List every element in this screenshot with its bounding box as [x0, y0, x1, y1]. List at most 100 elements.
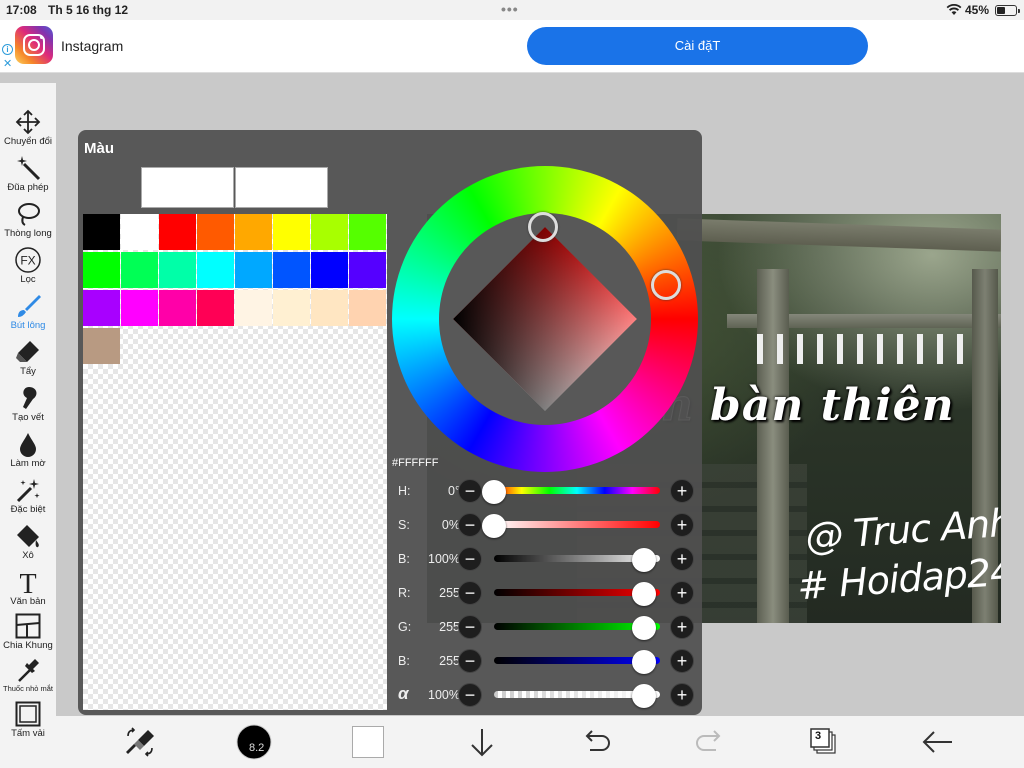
- tool-magic-wand[interactable]: Đũa phép: [0, 155, 56, 193]
- increment-button[interactable]: +: [670, 479, 694, 503]
- slider-brightness: B: 100% − +: [392, 544, 698, 574]
- decrement-button[interactable]: −: [458, 547, 482, 571]
- palette-swatch[interactable]: [311, 252, 348, 288]
- palette-swatch[interactable]: [197, 252, 234, 288]
- tool-frame-divider[interactable]: Chia Khung: [0, 613, 56, 651]
- shide-paper: [877, 334, 883, 364]
- slider-knob[interactable]: [632, 650, 656, 674]
- decrement-button[interactable]: −: [458, 479, 482, 503]
- layers-button[interactable]: 3: [806, 724, 842, 760]
- increment-button[interactable]: +: [670, 683, 694, 707]
- slider-knob[interactable]: [632, 582, 656, 606]
- palette-swatch[interactable]: [83, 214, 120, 250]
- slider-value[interactable]: 100%: [418, 688, 460, 702]
- slider-value[interactable]: 255: [418, 654, 460, 668]
- palette-swatch[interactable]: [273, 290, 310, 326]
- palette-swatch[interactable]: [159, 290, 196, 326]
- decrement-button[interactable]: −: [458, 581, 482, 605]
- slider-track[interactable]: [494, 521, 660, 528]
- palette-swatch[interactable]: [273, 214, 310, 250]
- palette-swatch[interactable]: [349, 214, 386, 250]
- redo-icon[interactable]: [692, 724, 728, 760]
- palette-swatch[interactable]: [197, 290, 234, 326]
- decrement-button[interactable]: −: [458, 615, 482, 639]
- close-icon[interactable]: ✕: [3, 57, 12, 70]
- slider-knob[interactable]: [482, 480, 506, 504]
- slider-knob[interactable]: [632, 616, 656, 640]
- palette-swatch[interactable]: [197, 214, 234, 250]
- tool-lasso[interactable]: Thòng long: [0, 201, 56, 239]
- palette-swatch[interactable]: [83, 252, 120, 288]
- ad-install-button[interactable]: Cài đặT: [527, 27, 868, 65]
- slider-value[interactable]: 100%: [418, 552, 460, 566]
- palette-swatch[interactable]: [83, 290, 120, 326]
- palette-swatch[interactable]: [83, 328, 120, 364]
- color-swatch-icon[interactable]: [352, 726, 384, 758]
- ad-app-name[interactable]: Instagram: [61, 38, 123, 54]
- palette-swatch[interactable]: [349, 252, 386, 288]
- instagram-logo-icon[interactable]: [15, 26, 53, 64]
- increment-button[interactable]: +: [670, 649, 694, 673]
- tool-eyedropper[interactable]: Thuốc nhỏ mắt: [0, 657, 56, 693]
- slider-value[interactable]: 255: [418, 586, 460, 600]
- palette-swatch[interactable]: [159, 252, 196, 288]
- current-color-swatch[interactable]: [141, 167, 234, 208]
- layers-icon: [810, 728, 836, 754]
- tool-label: Chia Khung: [3, 640, 53, 651]
- slider-value[interactable]: 0%: [418, 518, 460, 532]
- slider-knob[interactable]: [482, 514, 506, 538]
- color-wheel-picker[interactable]: [392, 166, 698, 472]
- slider-track[interactable]: [494, 487, 660, 494]
- decrement-button[interactable]: −: [458, 649, 482, 673]
- info-icon[interactable]: i: [2, 44, 13, 55]
- increment-button[interactable]: +: [670, 581, 694, 605]
- fx-icon: FX: [15, 247, 41, 273]
- back-arrow-icon[interactable]: [920, 724, 956, 760]
- palette-swatch[interactable]: [235, 290, 272, 326]
- increment-button[interactable]: +: [670, 547, 694, 571]
- undo-icon[interactable]: [578, 724, 614, 760]
- palette-swatch[interactable]: [311, 214, 348, 250]
- palette-swatch[interactable]: [159, 214, 196, 250]
- hex-value[interactable]: #FFFFFF: [392, 457, 438, 469]
- tool-eraser[interactable]: Tẩy: [0, 339, 56, 377]
- previous-color-swatch[interactable]: [235, 167, 328, 208]
- increment-button[interactable]: +: [670, 513, 694, 537]
- brush-size-button[interactable]: 8.2: [236, 724, 272, 760]
- battery-percent: 45%: [965, 3, 990, 17]
- slider-value[interactable]: 255: [418, 620, 460, 634]
- increment-button[interactable]: +: [670, 615, 694, 639]
- palette-swatch[interactable]: [311, 290, 348, 326]
- palette-swatch[interactable]: [349, 290, 386, 326]
- slider-value[interactable]: 0°: [418, 484, 460, 498]
- palette-swatch[interactable]: [121, 290, 158, 326]
- palette-swatch[interactable]: [235, 252, 272, 288]
- palette-swatch[interactable]: [121, 214, 158, 250]
- decrement-button[interactable]: −: [458, 683, 482, 707]
- tool-special[interactable]: Đặc biệt: [0, 477, 56, 515]
- sv-handle[interactable]: [528, 212, 558, 242]
- tool-text[interactable]: T Văn bản: [0, 569, 56, 607]
- decrement-button[interactable]: −: [458, 513, 482, 537]
- tool-canvas[interactable]: Tấm vải: [0, 701, 56, 739]
- tool-transform[interactable]: Chuyển đổi: [0, 109, 56, 147]
- palette-swatch[interactable]: [235, 214, 272, 250]
- svg-text:FX: FX: [20, 254, 35, 268]
- tool-blur[interactable]: Làm mờ: [0, 431, 56, 469]
- sparkle-wand-icon: [16, 479, 40, 503]
- swap-eraser-icon[interactable]: [122, 724, 158, 760]
- multitask-dots-icon[interactable]: •••: [501, 2, 519, 16]
- palette-swatch[interactable]: [273, 252, 310, 288]
- tool-brush[interactable]: Bút lông: [0, 293, 56, 331]
- slider-knob[interactable]: [632, 684, 656, 708]
- tool-fill[interactable]: Xô: [0, 523, 56, 561]
- hue-handle[interactable]: [651, 270, 681, 300]
- slider-knob[interactable]: [632, 548, 656, 572]
- tool-label: Bút lông: [10, 320, 46, 331]
- palette-swatch[interactable]: [121, 252, 158, 288]
- tool-smudge[interactable]: Tạo vết: [0, 385, 56, 423]
- bucket-icon: [17, 525, 39, 548]
- download-arrow-icon[interactable]: [464, 724, 500, 760]
- shide-paper: [817, 334, 823, 364]
- tool-filter[interactable]: FX Lọc: [0, 247, 56, 285]
